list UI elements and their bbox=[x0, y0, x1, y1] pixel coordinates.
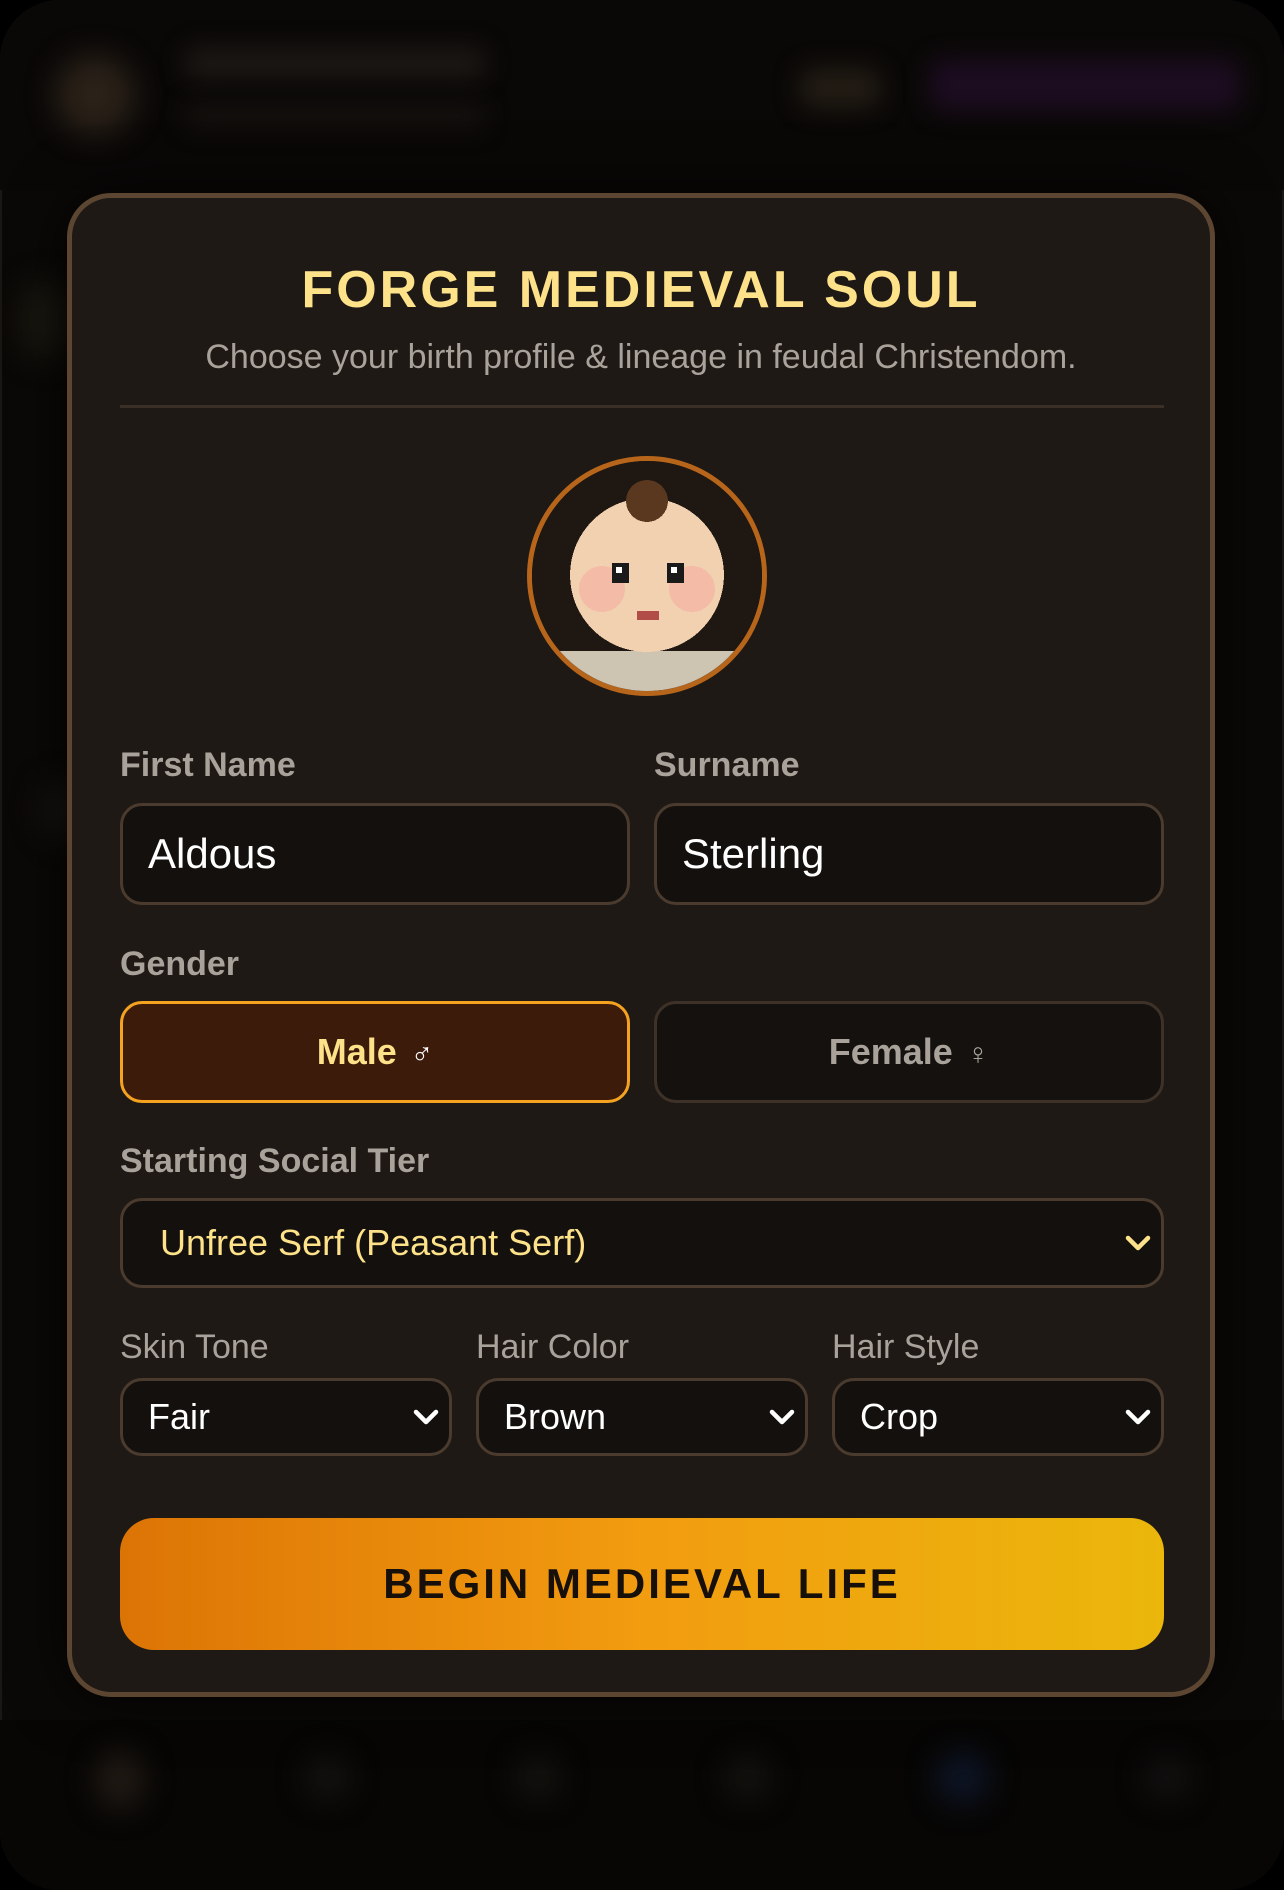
surname-input[interactable]: Sterling bbox=[654, 803, 1164, 905]
background-nav-icon-1 bbox=[95, 1750, 145, 1810]
hair-style-select[interactable]: Crop bbox=[832, 1378, 1164, 1456]
avatar bbox=[527, 456, 767, 696]
skin-tone-label: Skin Tone bbox=[120, 1328, 269, 1366]
background-badge-blur bbox=[800, 68, 880, 108]
background-nav-icon-5 bbox=[935, 1750, 990, 1805]
pixel-avatar-icon bbox=[532, 461, 762, 691]
female-symbol-icon: ♀ bbox=[966, 1038, 990, 1071]
background-title-blur bbox=[185, 48, 485, 78]
chevron-down-icon bbox=[769, 1409, 795, 1425]
surname-label: Surname bbox=[654, 746, 800, 784]
gender-label: Gender bbox=[120, 945, 240, 983]
background-subtitle-blur bbox=[185, 105, 485, 127]
background-nav-icon-3 bbox=[515, 1755, 560, 1800]
male-symbol-icon: ♂ bbox=[410, 1038, 434, 1071]
first-name-label: First Name bbox=[120, 746, 296, 784]
modal-subtitle: Choose your birth profile & lineage in f… bbox=[205, 338, 1077, 376]
gender-male-label: Male bbox=[316, 1031, 397, 1072]
gender-female-label: Female bbox=[828, 1031, 953, 1072]
background-nav-icon-2 bbox=[305, 1755, 350, 1800]
hair-color-select[interactable]: Brown bbox=[476, 1378, 808, 1456]
background-header bbox=[0, 0, 1284, 190]
gender-female-button[interactable]: Female ♀ bbox=[654, 1001, 1164, 1103]
hair-style-label: Hair Style bbox=[832, 1328, 980, 1366]
background-nav-icon-6 bbox=[1145, 1755, 1190, 1800]
social-tier-select[interactable]: Unfree Serf (Peasant Serf) bbox=[120, 1198, 1164, 1288]
background-avatar-blur bbox=[55, 55, 135, 135]
background-nav-icon-4 bbox=[725, 1755, 770, 1800]
device-frame: FORGE MEDIEVAL SOUL Choose your birth pr… bbox=[0, 0, 1284, 1890]
first-name-input[interactable]: Aldous bbox=[120, 803, 630, 905]
hair-color-label: Hair Color bbox=[476, 1328, 630, 1366]
divider bbox=[120, 405, 1164, 408]
gender-male-button[interactable]: Male ♂ bbox=[120, 1001, 630, 1103]
hair-style-value: Crop bbox=[860, 1396, 939, 1437]
background-left-blur bbox=[20, 280, 70, 360]
chevron-down-icon bbox=[413, 1409, 439, 1425]
background-purple-pill-blur bbox=[930, 60, 1240, 110]
begin-life-button[interactable]: BEGIN MEDIEVAL LIFE bbox=[120, 1518, 1164, 1650]
chevron-down-icon bbox=[1125, 1235, 1151, 1251]
social-tier-label: Starting Social Tier bbox=[120, 1142, 430, 1180]
chevron-down-icon bbox=[1125, 1409, 1151, 1425]
character-creation-modal: FORGE MEDIEVAL SOUL Choose your birth pr… bbox=[67, 193, 1215, 1697]
hair-color-value: Brown bbox=[504, 1396, 607, 1437]
modal-title: FORGE MEDIEVAL SOUL bbox=[301, 261, 981, 319]
skin-tone-value: Fair bbox=[148, 1396, 210, 1437]
background-bottom-nav bbox=[0, 1720, 1284, 1890]
social-tier-value: Unfree Serf (Peasant Serf) bbox=[160, 1222, 587, 1263]
skin-tone-select[interactable]: Fair bbox=[120, 1378, 452, 1456]
